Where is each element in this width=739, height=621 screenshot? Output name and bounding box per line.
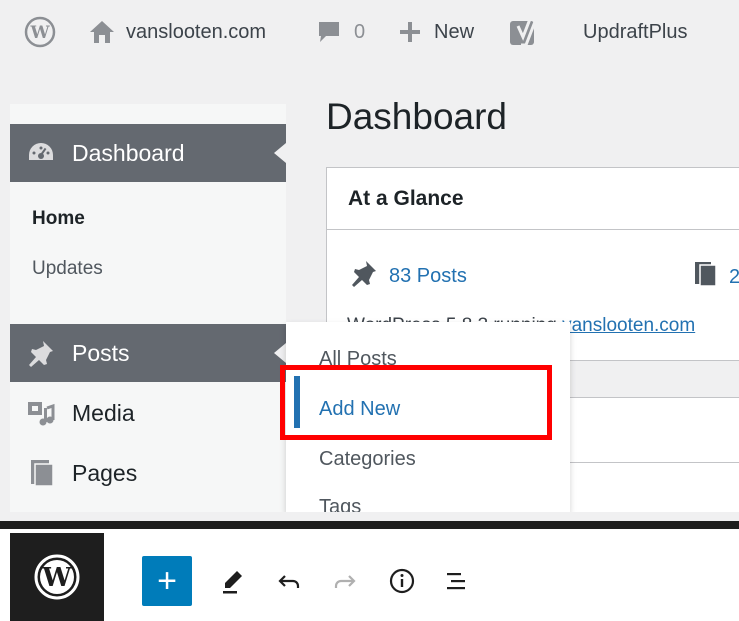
editor-toolbar [0, 521, 739, 621]
undo-icon[interactable] [272, 564, 306, 598]
info-icon[interactable] [385, 564, 419, 598]
admin-bar: W vanslooten.com 0 New UpdraftPlus [0, 0, 739, 64]
site-name: vanslooten.com [126, 20, 267, 43]
updraftplus-link[interactable]: UpdraftPlus [583, 0, 688, 64]
theme-link[interactable]: vanslooten.com [562, 315, 695, 336]
svg-text:W: W [29, 23, 50, 43]
list-view-icon[interactable] [440, 564, 474, 598]
flyout-item-tags[interactable]: Tags [319, 496, 361, 512]
comments-count: 0 [354, 20, 366, 43]
section-divider [0, 512, 739, 521]
new-label: New [434, 20, 475, 43]
posts-count: 83 Posts [389, 264, 467, 287]
sidebar-item-label: Pages [72, 459, 138, 486]
sidebar-subitem-updates[interactable]: Updates [32, 258, 103, 280]
pages-icon [693, 260, 729, 294]
updraftplus-label: UpdraftPlus [583, 20, 688, 43]
wordpress-logo-icon[interactable]: W [10, 533, 104, 621]
page-title: Dashboard [326, 96, 508, 137]
comments-link[interactable]: 0 [316, 0, 365, 64]
sidebar-item-dashboard[interactable]: Dashboard [10, 124, 286, 182]
home-icon [88, 19, 116, 45]
posts-count-link[interactable]: 83 Posts [349, 258, 467, 294]
sidebar-item-pages[interactable]: Pages [10, 444, 286, 502]
pages-count-link[interactable]: 2 [693, 260, 739, 294]
sidebar-subitem-home[interactable]: Home [32, 208, 85, 230]
sidebar-item-label: Dashboard [72, 139, 185, 166]
site-name-link[interactable]: vanslooten.com [88, 0, 266, 64]
pin-icon [24, 338, 58, 368]
pages-icon [24, 458, 58, 488]
edit-icon[interactable] [216, 564, 250, 598]
plus-icon [398, 20, 422, 44]
media-icon [24, 398, 58, 428]
redo-icon[interactable] [328, 564, 362, 598]
dashboard-icon [24, 140, 58, 166]
admin-main: Dashboard Home Updates Posts Media Pages… [0, 64, 739, 512]
svg-text:W: W [41, 563, 72, 593]
sidebar-item-posts[interactable]: Posts [10, 324, 286, 382]
sidebar-item-media[interactable]: Media [10, 384, 286, 442]
sidebar-item-label: Media [72, 399, 135, 426]
add-block-button[interactable]: + [142, 556, 192, 606]
highlight-box [280, 365, 552, 440]
admin-sidebar: Dashboard Home Updates Posts Media Pages [10, 104, 286, 512]
new-content-link[interactable]: New [398, 0, 474, 64]
pages-count: 2 [729, 265, 739, 288]
yoast-icon[interactable] [508, 0, 540, 64]
flyout-item-categories[interactable]: Categories [319, 448, 416, 471]
widget-title: At a Glance [327, 168, 739, 230]
pin-icon [349, 258, 389, 294]
comment-icon [316, 20, 342, 44]
sidebar-item-label: Posts [72, 339, 130, 366]
wordpress-logo-icon[interactable]: W [24, 0, 56, 64]
